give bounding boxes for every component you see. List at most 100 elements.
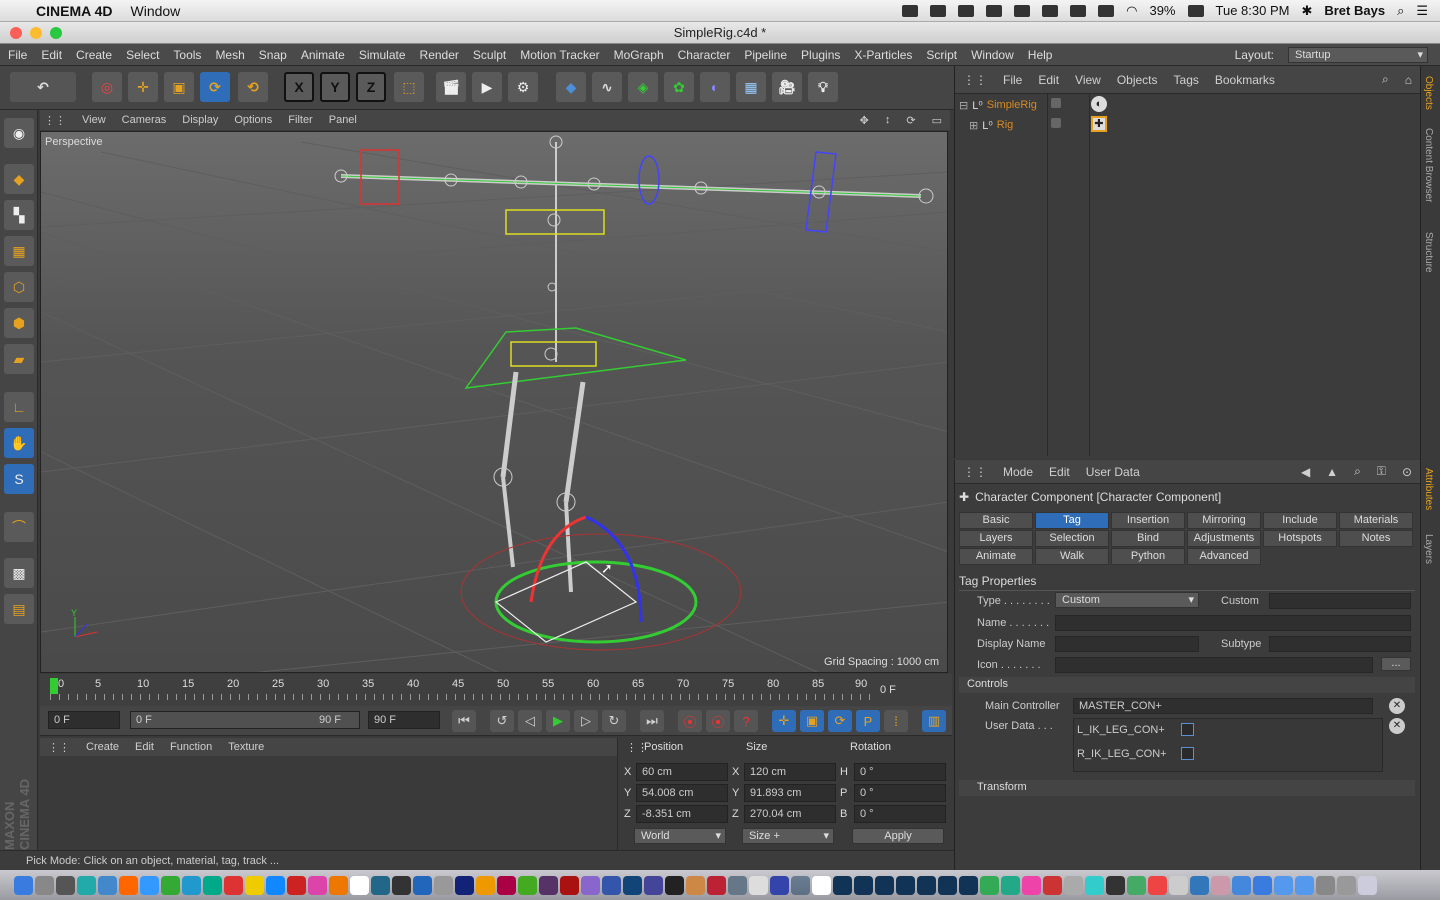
app-icon[interactable] xyxy=(1001,875,1020,895)
status-icon[interactable] xyxy=(930,4,947,17)
menu-mograph[interactable]: MoGraph xyxy=(614,48,664,62)
viewport-nav-move-icon[interactable]: ✥ xyxy=(860,114,869,127)
menu-sculpt[interactable]: Sculpt xyxy=(473,48,506,62)
bluetooth-icon[interactable]: ✱ xyxy=(1301,3,1312,19)
icon-browse-button[interactable]: ... xyxy=(1381,657,1411,671)
subdivision-surface-icon[interactable]: ◈ xyxy=(628,72,658,102)
menu-file[interactable]: File xyxy=(8,48,27,62)
record-parameter-icon[interactable]: P xyxy=(856,710,880,732)
end-frame-field[interactable]: 90 F xyxy=(368,711,440,729)
menu-simulate[interactable]: Simulate xyxy=(359,48,406,62)
keyframe-selection-icon[interactable]: ? xyxy=(734,710,758,732)
coordinate-space-select[interactable]: World xyxy=(634,828,726,844)
objects-menu-edit[interactable]: Edit xyxy=(1038,73,1059,87)
minimize-window-button[interactable] xyxy=(30,27,42,39)
tab-adjustments[interactable]: Adjustments xyxy=(1187,530,1261,547)
floor-icon[interactable]: ▦ xyxy=(736,72,766,102)
character-component-tag-icon[interactable]: ✚ xyxy=(1091,116,1107,132)
deformer-icon[interactable]: ◐ xyxy=(700,72,730,102)
next-frame-icon[interactable]: ▷ xyxy=(574,710,598,732)
wifi-icon[interactable]: ◠ xyxy=(1126,3,1137,19)
object-row-simplerig[interactable]: ⊟ L⁰ SimpleRig xyxy=(959,96,1037,114)
app-icon[interactable] xyxy=(539,875,558,895)
tweak-mode-icon[interactable]: ✋ xyxy=(4,428,34,458)
camera-icon[interactable]: 🎥︎ xyxy=(772,72,802,102)
tab-notes[interactable]: Notes xyxy=(1339,530,1413,547)
locked-workplane-icon[interactable]: ▩ xyxy=(4,558,34,588)
edit-render-settings-icon[interactable]: ⚙ xyxy=(508,72,538,102)
size-mode-select[interactable]: Size + xyxy=(742,828,834,844)
transform-group-header[interactable]: Transform xyxy=(959,780,1415,796)
texture-mode-icon[interactable]: ▚ xyxy=(4,200,34,230)
magnet-icon[interactable]: ⌒ xyxy=(4,512,34,542)
points-mode-icon[interactable]: ⬡ xyxy=(4,272,34,302)
launchpad-icon[interactable] xyxy=(35,875,54,895)
objects-menu-objects[interactable]: Objects xyxy=(1117,73,1158,87)
side-tab-objects[interactable]: Objects xyxy=(1423,76,1434,110)
viewport-menu-cameras[interactable]: Cameras xyxy=(122,114,167,126)
menu-snap[interactable]: Snap xyxy=(259,48,287,62)
viewport-toggle-layout-icon[interactable]: ▭ xyxy=(932,114,942,127)
play-forward-icon[interactable]: ▶ xyxy=(546,710,570,732)
dropbox-icon[interactable] xyxy=(902,4,919,17)
record-position-icon[interactable]: ✛ xyxy=(772,710,796,732)
dreamweaver-icon[interactable] xyxy=(518,875,537,895)
cube-primitive-icon[interactable]: ◆ xyxy=(556,72,586,102)
menu-plugins[interactable]: Plugins xyxy=(801,48,840,62)
app-icon[interactable] xyxy=(1085,875,1104,895)
rotation-p-field[interactable]: 0 ° xyxy=(854,784,946,802)
indesign-icon[interactable] xyxy=(497,875,516,895)
app-icon[interactable] xyxy=(791,875,810,895)
app-icon[interactable] xyxy=(1316,875,1335,895)
terminal-icon[interactable] xyxy=(1106,875,1125,895)
app-icon[interactable] xyxy=(833,875,852,895)
x-axis-lock-button[interactable]: X xyxy=(284,72,314,102)
rotate-tool-icon[interactable]: ⟳ xyxy=(200,72,230,102)
photoshop-icon[interactable] xyxy=(455,875,474,895)
undo-button[interactable]: ↶ xyxy=(10,72,76,102)
app-icon[interactable] xyxy=(1211,875,1230,895)
app-icon[interactable] xyxy=(1169,875,1188,895)
app-icon[interactable] xyxy=(77,875,96,895)
app-icon[interactable] xyxy=(623,875,642,895)
notification-center-icon[interactable]: ☰ xyxy=(1416,3,1428,19)
app-icon[interactable] xyxy=(1064,875,1083,895)
visibility-toggle[interactable] xyxy=(1051,98,1061,108)
go-to-start-icon[interactable]: ⏮ xyxy=(452,710,476,732)
make-editable-icon[interactable]: ◉ xyxy=(4,118,34,148)
objects-menu-bookmarks[interactable]: Bookmarks xyxy=(1215,73,1275,87)
custom-field[interactable] xyxy=(1269,593,1411,609)
record-rotation-icon[interactable]: ⟳ xyxy=(828,710,852,732)
app-icon[interactable] xyxy=(707,875,726,895)
app-menu[interactable]: CINEMA 4D xyxy=(36,3,113,19)
visibility-toggle[interactable] xyxy=(1051,118,1061,128)
app-icon[interactable] xyxy=(686,875,705,895)
attr-menu-userdata[interactable]: User Data xyxy=(1086,465,1140,479)
cloner-icon[interactable]: ✿ xyxy=(664,72,694,102)
status-icon[interactable] xyxy=(958,4,975,17)
snap-icon[interactable]: S xyxy=(4,464,34,494)
side-tab-layers[interactable]: Layers xyxy=(1423,534,1434,564)
menu-create[interactable]: Create xyxy=(76,48,112,62)
menu-x-particles[interactable]: X-Particles xyxy=(854,48,912,62)
spotlight-search-icon[interactable]: ⌕ xyxy=(1397,3,1404,19)
object-name[interactable]: Rig xyxy=(997,119,1014,131)
tab-materials[interactable]: Materials xyxy=(1339,512,1413,529)
flash-icon[interactable] xyxy=(560,875,579,895)
tab-animate[interactable]: Animate xyxy=(959,548,1033,565)
zoom-window-button[interactable] xyxy=(50,27,62,39)
app-icon[interactable] xyxy=(896,875,915,895)
expand-icon[interactable]: ⊞ xyxy=(969,119,978,132)
size-z-field[interactable]: 270.04 cm xyxy=(744,805,836,823)
material-menu-texture[interactable]: Texture xyxy=(228,741,264,753)
tab-selection[interactable]: Selection xyxy=(1035,530,1109,547)
menu-edit[interactable]: Edit xyxy=(41,48,62,62)
status-icon[interactable] xyxy=(986,4,1003,17)
preview-range-slider[interactable]: 0 F 90 F xyxy=(130,711,360,729)
app-icon[interactable] xyxy=(1190,875,1209,895)
edges-mode-icon[interactable]: ⬢ xyxy=(4,308,34,338)
menu-animate[interactable]: Animate xyxy=(301,48,345,62)
app-icon[interactable] xyxy=(959,875,978,895)
object-home-icon[interactable]: ⌂ xyxy=(1405,73,1412,87)
menu-help[interactable]: Help xyxy=(1028,48,1053,62)
